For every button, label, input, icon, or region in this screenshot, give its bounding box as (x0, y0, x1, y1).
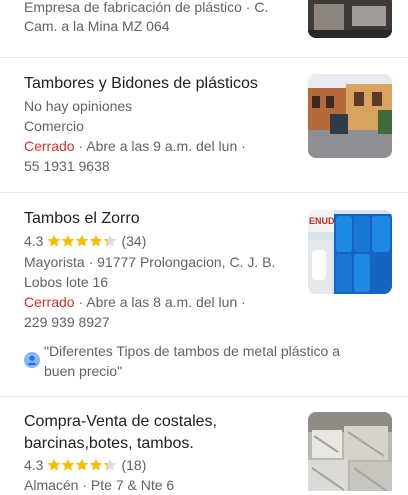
result-name[interactable]: Tambos el Zorro (24, 208, 140, 230)
rating-row: 4.3 (34) (24, 231, 146, 251)
divider (0, 192, 408, 193)
star-icon (62, 458, 75, 471)
result-hours: Cerrado · Abre a las 8 a.m. del lun · (24, 292, 246, 312)
result-phone: 229 939 8927 (24, 314, 110, 330)
star-icon (90, 234, 103, 247)
star-icon (76, 458, 89, 471)
opening-hours: · Abre a las 9 a.m. del lun · (74, 138, 246, 154)
rating-value: 4.3 (24, 233, 44, 249)
result-address: Mayorista · 91777 Prolongacion, C. J. B. (24, 254, 276, 270)
result-name[interactable]: Compra-Venta de costales, (24, 411, 217, 433)
opening-hours: · Abre a las 8 a.m. del lun · (74, 294, 246, 310)
result-thumbnail[interactable] (308, 0, 392, 38)
result-phone: 55 1931 9638 (24, 158, 110, 174)
result-thumbnail[interactable] (308, 74, 392, 158)
result-thumbnail[interactable] (308, 412, 392, 491)
user-avatar-icon (24, 352, 40, 368)
result-address: Lobos lote 16 (24, 274, 109, 290)
result-address: Cam. a la Mina MZ 064 (24, 18, 170, 34)
rating-value: 4.3 (24, 457, 44, 473)
result-category: Comercio (24, 118, 84, 134)
rating-row: 4.3 (18) (24, 455, 146, 475)
star-icon (104, 234, 117, 247)
result-address: Empresa de fabricación de plástico · C. (24, 0, 269, 15)
star-icon (62, 234, 75, 247)
result-name[interactable]: barcinas,botes, tambos. (24, 433, 194, 455)
result-hours: Cerrado · Abre a las 9 a.m. del lun · (24, 136, 246, 156)
status-closed: Cerrado (24, 138, 75, 154)
result-address: Almacén · Pte 7 & Nte 6 (24, 477, 175, 493)
star-icon (76, 234, 89, 247)
star-icon (48, 234, 61, 247)
review-snippet: "Diferentes Tipos de tambos de metal plá… (44, 343, 341, 359)
result-name[interactable]: Tambores y Bidones de plásticos (24, 73, 258, 95)
status-closed: Cerrado (24, 294, 75, 310)
stars (47, 458, 117, 472)
divider (0, 57, 408, 58)
star-icon (90, 458, 103, 471)
star-icon (48, 458, 61, 471)
stars (47, 234, 117, 248)
review-count: (18) (121, 457, 147, 473)
review-count: (34) (121, 233, 147, 249)
review-snippet: buen precio" (44, 363, 123, 379)
result-reviews: No hay opiniones (24, 98, 133, 114)
result-thumbnail[interactable]: ENUDE (308, 210, 392, 294)
star-icon (104, 458, 117, 471)
divider (0, 396, 408, 397)
